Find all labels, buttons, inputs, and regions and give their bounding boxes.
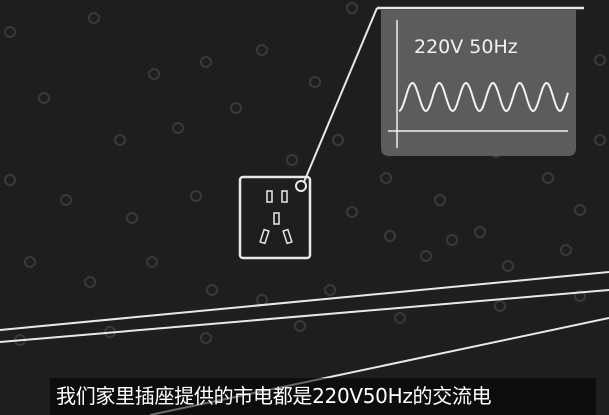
background-dot bbox=[84, 276, 96, 288]
background-dot bbox=[494, 300, 506, 312]
socket-slot-left bbox=[266, 190, 273, 203]
background-dot bbox=[594, 134, 606, 146]
video-frame: 220V 50Hz 我们家里插座提供的市电都是220V50Hz的交流电 bbox=[0, 0, 609, 415]
power-socket-icon bbox=[238, 175, 312, 260]
socket-slot-right bbox=[281, 190, 288, 203]
background-dot bbox=[126, 212, 138, 224]
socket-slot-bottom-right bbox=[282, 228, 293, 245]
background-dot bbox=[474, 226, 486, 238]
background-dot bbox=[384, 230, 396, 242]
background-dot bbox=[446, 234, 458, 246]
voltage-frequency-label: 220V 50Hz bbox=[414, 36, 518, 58]
background-dot bbox=[309, 76, 321, 88]
background-dot bbox=[256, 294, 268, 306]
background-dot bbox=[200, 332, 212, 344]
background-dot bbox=[206, 284, 218, 296]
floor-line-lower bbox=[0, 289, 609, 343]
background-dot bbox=[286, 154, 298, 166]
callout-panel: 220V 50Hz bbox=[381, 10, 576, 156]
background-dot bbox=[294, 320, 306, 332]
background-dot bbox=[146, 256, 158, 268]
background-dot bbox=[542, 172, 554, 184]
background-dot bbox=[256, 44, 268, 56]
background-dot bbox=[594, 54, 606, 66]
background-dot bbox=[230, 102, 242, 114]
background-dot bbox=[148, 68, 160, 80]
socket-slot-top bbox=[273, 212, 280, 225]
background-dot bbox=[324, 284, 336, 296]
background-dot bbox=[88, 12, 100, 24]
background-dot bbox=[114, 134, 126, 146]
background-dot bbox=[172, 122, 184, 134]
background-dot bbox=[434, 194, 446, 206]
background-dot bbox=[502, 260, 514, 272]
background-dot bbox=[4, 174, 16, 186]
background-dot bbox=[332, 134, 344, 146]
scene-illustration: 220V 50Hz bbox=[0, 2, 609, 415]
background-dot bbox=[380, 172, 392, 184]
background-dot bbox=[38, 92, 50, 104]
background-dot bbox=[190, 190, 202, 202]
background-dot bbox=[4, 26, 16, 38]
background-dot bbox=[420, 250, 432, 262]
background-dot bbox=[394, 312, 406, 324]
background-dot bbox=[560, 244, 572, 256]
background-dot bbox=[60, 194, 72, 206]
socket-slot-bottom-left bbox=[259, 228, 270, 245]
background-dot bbox=[346, 2, 358, 14]
background-dot bbox=[200, 56, 212, 68]
background-dot bbox=[24, 256, 36, 268]
background-dot bbox=[346, 206, 358, 218]
background-dot bbox=[574, 204, 586, 216]
floor-line-upper bbox=[0, 271, 609, 331]
video-subtitle: 我们家里插座提供的市电都是220V50Hz的交流电 bbox=[56, 384, 492, 408]
